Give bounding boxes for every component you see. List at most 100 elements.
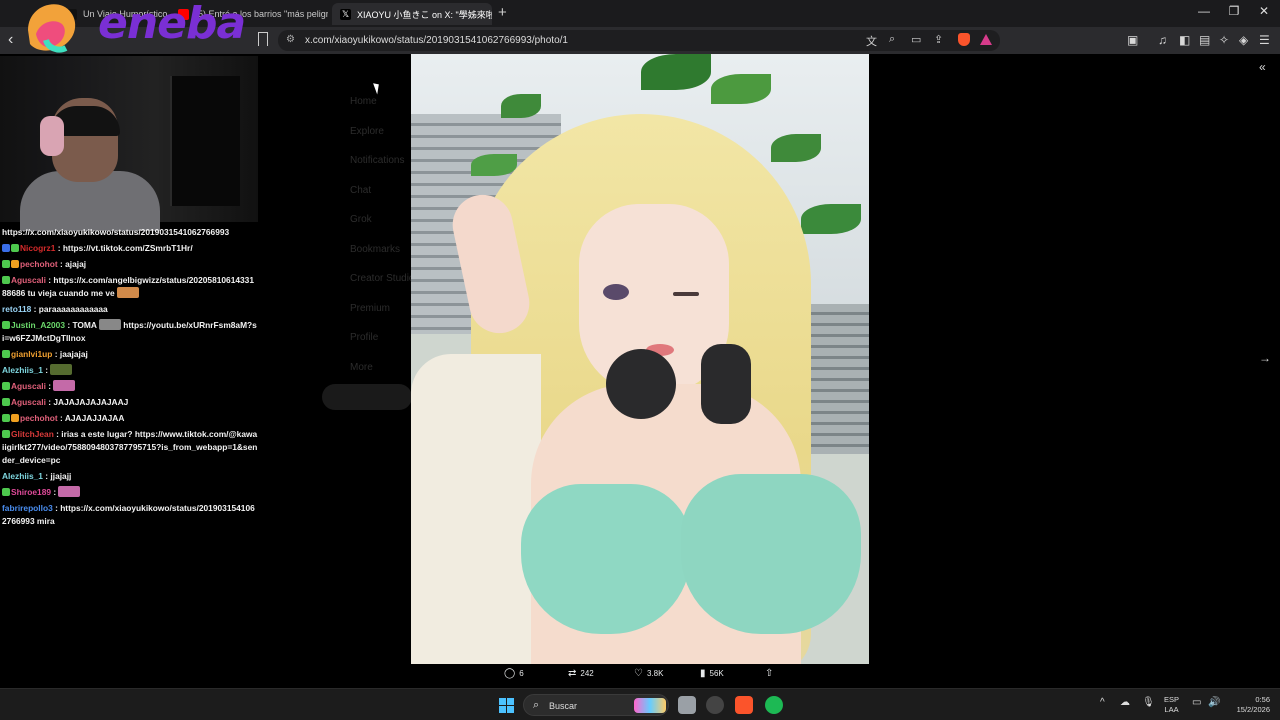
site-settings-icon[interactable]: ⚙	[286, 34, 295, 45]
post-action-bar: ◯ 6 ⇄ 242 ♡ 3.8K ▮ 56K ⇧	[0, 668, 1280, 686]
post-photo[interactable]	[411, 54, 869, 664]
language-indicator[interactable]: ESP LAA	[1164, 695, 1179, 715]
volume-icon[interactable]: 🔊	[1208, 697, 1220, 708]
chat-text: : TOMA	[67, 319, 97, 330]
chat-username[interactable]: Aguscali	[11, 381, 46, 391]
chat-username[interactable]: Alezhiis_1	[2, 471, 43, 481]
brave-taskbar-icon[interactable]	[735, 696, 753, 714]
chat-text: :	[53, 486, 57, 497]
repost-button[interactable]: ⇄ 242	[568, 668, 594, 679]
chat-badge-icon	[11, 259, 19, 268]
chat-text: : jaajajaj	[54, 348, 88, 359]
chat-badge-icon	[2, 349, 10, 358]
repost-icon: ⇄	[568, 668, 577, 679]
chat-badge-icon	[2, 320, 10, 329]
chat-message: https://x.com/xiaoyukikowo/status/201903…	[2, 224, 258, 240]
chat-message: Shiroe189 :	[2, 484, 258, 500]
translate-icon[interactable]: 文	[866, 33, 877, 49]
show-hidden-icons[interactable]: ^	[1100, 697, 1105, 708]
chat-text: : ajajaj	[60, 258, 87, 269]
leo-ai-icon[interactable]: ✧	[1219, 33, 1229, 47]
like-button[interactable]: ♡ 3.8K	[634, 668, 663, 679]
chat-username[interactable]: Nicogrz1	[20, 243, 55, 253]
wallet-icon[interactable]: ▤	[1199, 33, 1210, 47]
chat-message: gianlvi1up : jaajajaj	[2, 346, 258, 362]
chat-username[interactable]: reto118	[2, 304, 31, 314]
post-button-dimmed	[322, 384, 412, 410]
brave-shields-icon[interactable]	[958, 33, 970, 46]
sidebar-icon[interactable]: ◧	[1179, 33, 1190, 47]
chat-message: pechohot : AJAJAJJAJAA	[2, 410, 258, 426]
chat-username[interactable]: Shiroe189	[11, 487, 51, 497]
share-post-button[interactable]: ⇧	[765, 668, 773, 679]
network-icon[interactable]: ▭	[1192, 697, 1201, 708]
bookmark-icon[interactable]	[258, 32, 268, 46]
task-view-icon[interactable]	[678, 696, 696, 714]
chat-username[interactable]: Alezhiis_1	[2, 365, 43, 375]
microphone-icon[interactable]: 🎙	[1142, 697, 1155, 708]
chat-username[interactable]: gianlvi1up	[11, 349, 52, 359]
chat-username[interactable]: Aguscali	[11, 397, 46, 407]
windows-start-icon[interactable]	[499, 698, 514, 713]
collapse-panel-icon[interactable]: «	[1259, 60, 1266, 74]
eneba-mascot-icon	[28, 4, 76, 53]
system-clock[interactable]: 0:56 15/2/2026	[1228, 695, 1270, 715]
lang-code: ESP	[1164, 695, 1180, 704]
url-text[interactable]: x.com/xiaoyukikowo/status/20190315410627…	[305, 35, 568, 46]
chat-badge-icon	[2, 429, 10, 438]
chat-message: fabrirepollo3 : https://x.com/xiaoyukiko…	[2, 500, 258, 529]
mouse-cursor	[373, 81, 382, 95]
chat-badge-icon	[2, 397, 10, 406]
restore-icon[interactable]: ❐	[1222, 4, 1246, 18]
x-logo-icon: 𝕏	[340, 8, 351, 20]
layout-code: LAA	[1164, 705, 1179, 714]
x-nav-item-dimmed: Notifications	[350, 155, 405, 166]
chat-text: : JAJAJAJAJAJAAJ	[48, 396, 129, 407]
stream-chat: https://x.com/xiaoyukikowo/status/201903…	[2, 224, 258, 529]
media-icon[interactable]: ♫	[1158, 33, 1167, 47]
chat-text: :	[55, 502, 58, 513]
sidebar-toggle-icon[interactable]: ▣	[1127, 33, 1138, 47]
minimize-icon[interactable]: —	[1192, 4, 1216, 18]
x-nav-item-dimmed: Creator Studio	[350, 273, 415, 284]
chat-message: Alezhiis_1 : jjajajj	[2, 468, 258, 484]
chat-message: Aguscali : JAJAJAJAJAJAAJ	[2, 394, 258, 410]
chat-badge-icon	[11, 413, 19, 422]
x-nav-item-dimmed: Home	[350, 96, 377, 107]
chat-text: :	[45, 364, 49, 375]
chat-username[interactable]: fabrirepollo3	[2, 503, 53, 513]
window-close-icon[interactable]: ✕	[1252, 4, 1276, 18]
chat-emote	[50, 363, 73, 375]
taskbar-search[interactable]: ⌕ Buscar	[523, 694, 669, 716]
cloud-icon[interactable]: ☁	[1120, 697, 1130, 708]
obs-icon[interactable]	[706, 696, 724, 714]
chat-message: GlitchJean : irias a este lugar? https:/…	[2, 426, 258, 468]
eneba-logo: eneba	[18, 0, 246, 56]
reply-count: 6	[519, 669, 524, 678]
next-photo-icon[interactable]: →	[1259, 351, 1271, 365]
brave-rewards-icon[interactable]	[980, 34, 992, 45]
back-icon[interactable]: ‹	[8, 31, 13, 49]
menu-icon[interactable]: ☰	[1259, 33, 1270, 47]
chat-text: :	[48, 380, 52, 391]
x-nav-item-dimmed: Profile	[350, 332, 379, 343]
chat-emote	[116, 286, 139, 298]
zoom-icon[interactable]: ⌕	[889, 33, 895, 46]
views-button[interactable]: ▮ 56K	[700, 668, 724, 679]
share-icon[interactable]: ⇪	[934, 33, 943, 46]
chat-emote	[58, 485, 81, 497]
x-nav-item-dimmed: Chat	[350, 184, 372, 196]
chat-username[interactable]: GlitchJean	[11, 429, 54, 439]
chat-username[interactable]: pechohot	[20, 259, 58, 269]
spotify-icon[interactable]	[765, 696, 783, 714]
chat-username[interactable]: Aguscali	[11, 275, 46, 285]
new-tab-button[interactable]: +	[498, 4, 507, 21]
vpn-icon[interactable]: ◈	[1239, 33, 1248, 47]
chat-message: reto118 : paraaaaaaaaaaaa	[2, 301, 258, 317]
chat-username[interactable]: pechohot	[20, 413, 58, 423]
tab-3-active[interactable]: 𝕏 XIAOYU 小鱼きこ on X: "學姊來啦 ✕	[332, 3, 492, 25]
cast-icon[interactable]: ▭	[911, 33, 921, 46]
chat-username[interactable]: Justin_A2003	[11, 320, 65, 330]
chat-text: : AJAJAJJAJAA	[60, 412, 125, 423]
reply-button[interactable]: ◯ 6	[504, 668, 524, 679]
